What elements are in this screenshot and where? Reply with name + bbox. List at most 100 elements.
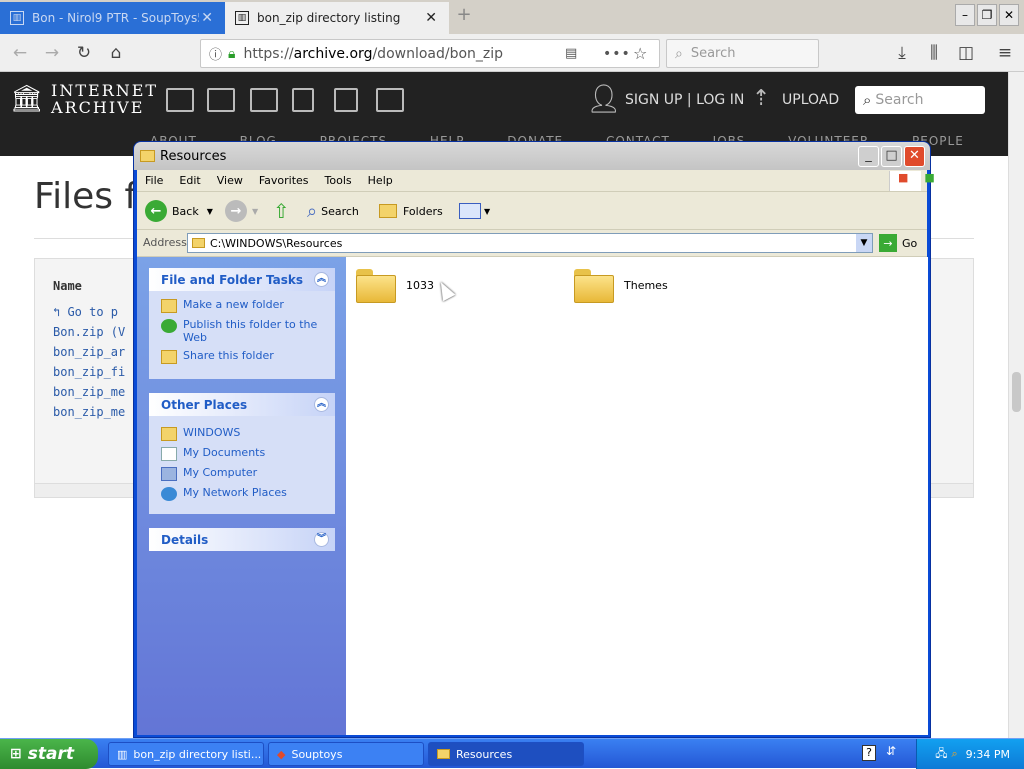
minimize-browser-button[interactable]: – bbox=[955, 4, 975, 26]
dropdown-arrow-icon[interactable]: ▼ bbox=[207, 207, 213, 216]
up-folder-button[interactable]: ⇧ bbox=[273, 198, 290, 224]
folder-themes[interactable]: Themes bbox=[574, 267, 668, 303]
go-button[interactable]: → Go bbox=[879, 233, 917, 253]
folders-button[interactable]: Folders bbox=[379, 198, 443, 224]
address-input[interactable]: C:\WINDOWS\Resources ▼ bbox=[187, 233, 873, 253]
place-my-documents[interactable]: My Documents bbox=[149, 444, 335, 464]
file-link[interactable]: bon_zip_ar bbox=[53, 345, 125, 359]
images-icon[interactable] bbox=[376, 88, 404, 112]
tray-expand-icon[interactable]: ⇵ bbox=[886, 744, 896, 758]
task-publish-web[interactable]: Publish this folder to the Web bbox=[149, 316, 335, 347]
sidebar-icon[interactable]: ◫ bbox=[954, 41, 978, 65]
tab-bon-zip[interactable]: ▥ bon_zip directory listing ✕ bbox=[225, 2, 449, 34]
browser-search-input[interactable]: ⌕ Search bbox=[666, 39, 819, 68]
back-button[interactable]: ← Back ▼ bbox=[145, 198, 213, 224]
user-avatar-icon[interactable]: 👤︎ bbox=[586, 82, 622, 115]
collapse-chevron-icon[interactable]: ︽ bbox=[314, 397, 329, 412]
ia-search-input[interactable]: ⌕ Search bbox=[855, 86, 985, 114]
other-places-panel: Other Places ︽ WINDOWS My Documents My Co… bbox=[149, 393, 335, 514]
menu-edit[interactable]: Edit bbox=[171, 174, 208, 187]
menu-view[interactable]: View bbox=[209, 174, 251, 187]
back-arrow-icon: ← bbox=[145, 200, 167, 222]
place-windows[interactable]: WINDOWS bbox=[149, 424, 335, 444]
place-my-computer[interactable]: My Computer bbox=[149, 464, 335, 484]
hamburger-menu-icon[interactable]: ≡ bbox=[993, 41, 1017, 65]
new-tab-button[interactable]: + bbox=[452, 4, 476, 30]
windows-flag-icon: ⊞ bbox=[10, 746, 22, 762]
maximize-button[interactable]: □ bbox=[881, 146, 902, 167]
expand-chevron-icon[interactable]: ︾ bbox=[314, 532, 329, 547]
info-icon[interactable]: ⓘ bbox=[209, 44, 222, 63]
signup-login-link[interactable]: SIGN UP | LOG IN bbox=[625, 92, 744, 108]
ia-logo[interactable]: 🏛︎ INTERNET ARCHIVE bbox=[10, 82, 158, 116]
url-bar[interactable]: ⓘ 🔒︎ https://archive.org/download/bon_zi… bbox=[200, 39, 660, 68]
tab-souptoys[interactable]: ▥ Bon - Nirol9 PTR - SoupToys5 ✕ bbox=[0, 2, 225, 34]
task-share-folder[interactable]: Share this folder bbox=[149, 347, 335, 367]
address-dropdown-icon[interactable]: ▼ bbox=[856, 234, 872, 252]
software-icon[interactable] bbox=[334, 88, 358, 112]
menu-help[interactable]: Help bbox=[360, 174, 401, 187]
search-button[interactable]: ⌕ Search bbox=[307, 198, 359, 224]
library-icon[interactable]: ⫼ bbox=[922, 41, 946, 65]
web-icon[interactable] bbox=[166, 88, 194, 112]
back-arrow-icon[interactable]: ← bbox=[8, 41, 32, 65]
panel-header[interactable]: File and Folder Tasks ︽ bbox=[149, 268, 335, 291]
reader-view-icon[interactable]: ▤ bbox=[565, 46, 577, 61]
file-link[interactable]: bon_zip_fi bbox=[53, 365, 125, 379]
panel-header[interactable]: Other Places ︽ bbox=[149, 393, 335, 416]
home-icon[interactable]: ⌂ bbox=[104, 41, 128, 65]
souptoys-icon: ◆ bbox=[277, 747, 286, 761]
menu-favorites[interactable]: Favorites bbox=[251, 174, 317, 187]
video-icon[interactable] bbox=[250, 88, 278, 112]
up-folder-icon: ⇧ bbox=[273, 199, 290, 223]
task-souptoys[interactable]: ◆ Souptoys bbox=[268, 742, 424, 766]
explorer-title-bar[interactable]: Resources _ □ ✕ bbox=[134, 142, 930, 170]
help-icon[interactable]: ? bbox=[862, 745, 876, 761]
file-link[interactable]: bon_zip_me bbox=[53, 385, 125, 399]
forward-button[interactable]: → ▼ bbox=[225, 198, 258, 224]
forward-arrow-icon[interactable]: → bbox=[40, 41, 64, 65]
close-tab-icon[interactable]: ✕ bbox=[199, 10, 215, 26]
task-make-folder[interactable]: Make a new folder bbox=[149, 296, 335, 316]
audio-icon[interactable] bbox=[292, 88, 314, 112]
panel-header[interactable]: Details ︾ bbox=[149, 528, 335, 551]
texts-icon[interactable] bbox=[207, 88, 235, 112]
file-link[interactable]: bon_zip_me bbox=[53, 405, 125, 419]
restore-browser-button[interactable]: ❐ bbox=[977, 4, 997, 26]
menu-tools[interactable]: Tools bbox=[317, 174, 360, 187]
network-tray-icon[interactable]: 🖧︎ bbox=[935, 745, 947, 764]
minimize-button[interactable]: _ bbox=[858, 146, 879, 167]
scrollbar-thumb[interactable] bbox=[1012, 372, 1021, 412]
address-bar: Address C:\WINDOWS\Resources ▼ → Go bbox=[137, 230, 927, 257]
ia-search-placeholder: Search bbox=[875, 92, 924, 108]
search-icon: ⌕ bbox=[863, 91, 872, 109]
dropdown-arrow-icon: ▼ bbox=[484, 206, 491, 216]
folder-1033[interactable]: 1033 bbox=[356, 267, 434, 303]
folder-label: 1033 bbox=[406, 278, 434, 292]
close-button[interactable]: ✕ bbox=[904, 146, 925, 167]
file-folder-tasks-panel: File and Folder Tasks ︽ Make a new folder… bbox=[149, 268, 335, 379]
file-link[interactable]: Bon.zip (V bbox=[53, 325, 125, 339]
close-tab-icon[interactable]: ✕ bbox=[423, 10, 439, 26]
bookmark-star-icon[interactable]: ☆ bbox=[633, 44, 647, 63]
upload-icon[interactable]: ⇡ bbox=[752, 86, 770, 111]
explorer-file-view: 1033 Themes bbox=[346, 257, 928, 735]
collapse-chevron-icon[interactable]: ︽ bbox=[314, 272, 329, 287]
reload-icon[interactable]: ↻ bbox=[72, 41, 96, 65]
task-bon-zip-listing[interactable]: ▥ bon_zip directory listi... bbox=[108, 742, 264, 766]
start-button[interactable]: ⊞ start bbox=[0, 739, 98, 769]
views-button[interactable]: ▼ bbox=[459, 198, 490, 224]
close-browser-button[interactable]: ✕ bbox=[999, 4, 1019, 26]
search-tray-icon[interactable]: ⌕ bbox=[952, 747, 958, 761]
task-resources[interactable]: Resources bbox=[428, 742, 584, 766]
upload-link[interactable]: UPLOAD bbox=[782, 92, 839, 108]
menu-file[interactable]: File bbox=[137, 174, 171, 187]
explorer-task-pane: File and Folder Tasks ︽ Make a new folder… bbox=[137, 257, 346, 735]
dropdown-arrow-icon[interactable]: ▼ bbox=[252, 207, 258, 216]
clock[interactable]: 9:34 PM bbox=[966, 748, 1010, 761]
page-vertical-scrollbar[interactable] bbox=[1008, 72, 1024, 738]
place-my-network[interactable]: My Network Places bbox=[149, 484, 335, 504]
page-actions-icon[interactable]: ••• bbox=[603, 46, 631, 62]
parent-dir-link[interactable]: ↰ Go to p bbox=[53, 305, 118, 319]
download-icon[interactable]: ⤓ bbox=[890, 41, 914, 65]
